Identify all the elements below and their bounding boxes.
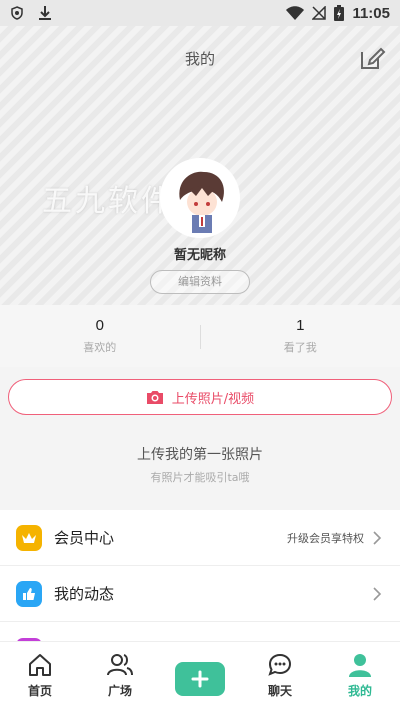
menu-label: 我的动态 <box>54 585 115 603</box>
add-button[interactable] <box>175 662 225 696</box>
nav-chat[interactable]: 聊天 <box>240 642 320 711</box>
empty-state-title: 上传我的第一张照片 <box>137 447 263 463</box>
nav-label: 我的 <box>347 684 372 698</box>
upload-button[interactable]: 上传照片/视频 <box>8 379 392 415</box>
nav-square[interactable]: 广场 <box>80 642 160 711</box>
stat-label: 看了我 <box>283 341 317 354</box>
person-icon <box>349 654 371 677</box>
crown-icon <box>16 524 42 551</box>
bottom-nav: 首页 广场 聊天 我的 <box>0 641 400 711</box>
battery-icon <box>334 5 345 21</box>
upload-label: 上传照片/视频 <box>171 391 255 407</box>
home-icon <box>29 654 51 676</box>
page-title: 我的 <box>184 49 215 68</box>
no-signal-icon <box>312 6 327 20</box>
nickname: 暂无昵称 <box>173 248 226 263</box>
status-bar: 11:05 <box>0 0 400 26</box>
thumbs-up-icon <box>16 580 42 607</box>
title-bar: 我的 <box>0 26 400 90</box>
edit-icon[interactable] <box>358 44 386 72</box>
stat-visitors[interactable]: 1 看了我 <box>201 305 400 367</box>
nav-home[interactable]: 首页 <box>0 642 80 711</box>
stat-value: 0 <box>95 317 104 334</box>
chevron-right-icon <box>373 530 382 545</box>
nav-add[interactable] <box>160 642 240 711</box>
camera-icon <box>146 391 163 404</box>
watermark: 五九软件 <box>42 184 174 219</box>
empty-state-subtitle: 有照片才能吸引ta哦 <box>150 471 250 484</box>
plus-icon <box>191 670 209 688</box>
nav-mine[interactable]: 我的 <box>320 642 400 711</box>
nav-label: 聊天 <box>267 684 292 698</box>
profile-header: 我的 五九软件 暂无昵称 编辑资料 <box>0 26 400 305</box>
avatar-image <box>162 160 238 236</box>
menu-item-my-posts[interactable]: 我的动态 <box>0 566 400 622</box>
stat-likes[interactable]: 0 喜欢的 <box>0 305 200 367</box>
stat-label: 喜欢的 <box>83 341 117 354</box>
edit-profile-button[interactable]: 编辑资料 <box>150 270 250 294</box>
chat-icon <box>268 653 292 676</box>
shield-icon <box>11 6 23 20</box>
stats-row: 0 喜欢的 1 看了我 <box>0 305 400 367</box>
avatar[interactable] <box>160 158 240 238</box>
menu-label: 会员中心 <box>54 529 115 547</box>
menu-item-vip[interactable]: 会员中心 升级会员享特权 <box>0 510 400 566</box>
clock: 11:05 <box>352 4 390 22</box>
download-icon <box>39 6 51 20</box>
nav-label: 广场 <box>107 684 132 698</box>
users-icon <box>107 654 133 676</box>
wifi-icon <box>286 6 305 20</box>
nav-label: 首页 <box>27 684 52 698</box>
stat-value: 1 <box>296 317 305 334</box>
chevron-right-icon <box>373 586 382 601</box>
menu-extra: 升级会员享特权 <box>287 531 364 545</box>
